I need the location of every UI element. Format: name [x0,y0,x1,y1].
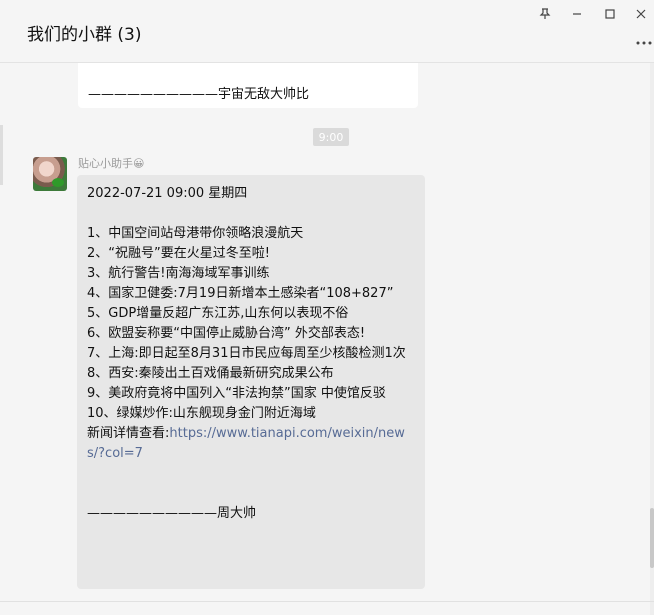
news-line [87,204,417,224]
scrollbar-thumb[interactable] [650,508,654,568]
maximize-icon[interactable] [600,4,620,24]
more-options-icon[interactable] [636,30,652,49]
news-line: 2022-07-21 09:00 星期四 [87,186,248,201]
avatar[interactable] [33,157,67,191]
sender-name: 贴心小助手😀 [78,157,145,170]
close-icon[interactable] [631,4,651,24]
news-message-text: 2022-07-21 09:00 星期四 1、中国空间站母港带你领略浪漫航天 2… [87,184,417,524]
news-line: 3、航行警告!南海海域军事训练 [87,266,270,281]
pin-icon[interactable] [535,4,555,24]
time-divider: 9:00 [313,128,349,146]
chat-title: 我们的小群 (3) [27,25,142,45]
news-line: 9、美政府竟将中国列入“非法拘禁”国家 中使馆反驳 [87,386,386,401]
news-line: 10、绿媒炒作:山东舰现身金门附近海域 [87,406,316,421]
news-line: 5、GDP增量反超广东江苏,山东何以表现不俗 [87,306,349,321]
news-line: 4、国家卫健委:7月19日新增本土感染者“108+827” [87,286,394,301]
chat-header: 我们的小群 (3) [0,0,654,63]
message-list[interactable]: ——————————宇宙无敌大帅比 9:00 贴心小助手😀 2022-07-21… [0,63,654,615]
previous-message-bubble[interactable]: ——————————宇宙无敌大帅比 [78,63,418,108]
signature-line: ——————————周大帅 [87,506,257,521]
news-message-bubble[interactable]: 2022-07-21 09:00 星期四 1、中国空间站母港带你领略浪漫航天 2… [77,175,425,589]
input-divider [0,601,654,602]
news-line: 1、中国空间站母港带你领略浪漫航天 [87,226,304,241]
avatar-leaf [52,178,64,187]
previous-message-text: ——————————宇宙无敌大帅比 [88,87,310,102]
news-line: 8、西安:秦陵出土百戏俑最新研究成果公布 [87,366,334,381]
news-link-line: 新闻详情查看:https://www.tianapi.com/weixin/ne… [87,424,417,464]
link-prefix: 新闻详情查看: [87,426,170,441]
news-line: 2、“祝融号”要在火星过冬至啦! [87,246,270,261]
minimize-icon[interactable] [567,4,587,24]
news-line: 6、欧盟妄称要“中国停止威胁台湾” 外交部表态! [87,326,366,341]
news-line: 7、上海:即日起至8月31日市民应每周至少核酸检测1次 [87,346,406,361]
